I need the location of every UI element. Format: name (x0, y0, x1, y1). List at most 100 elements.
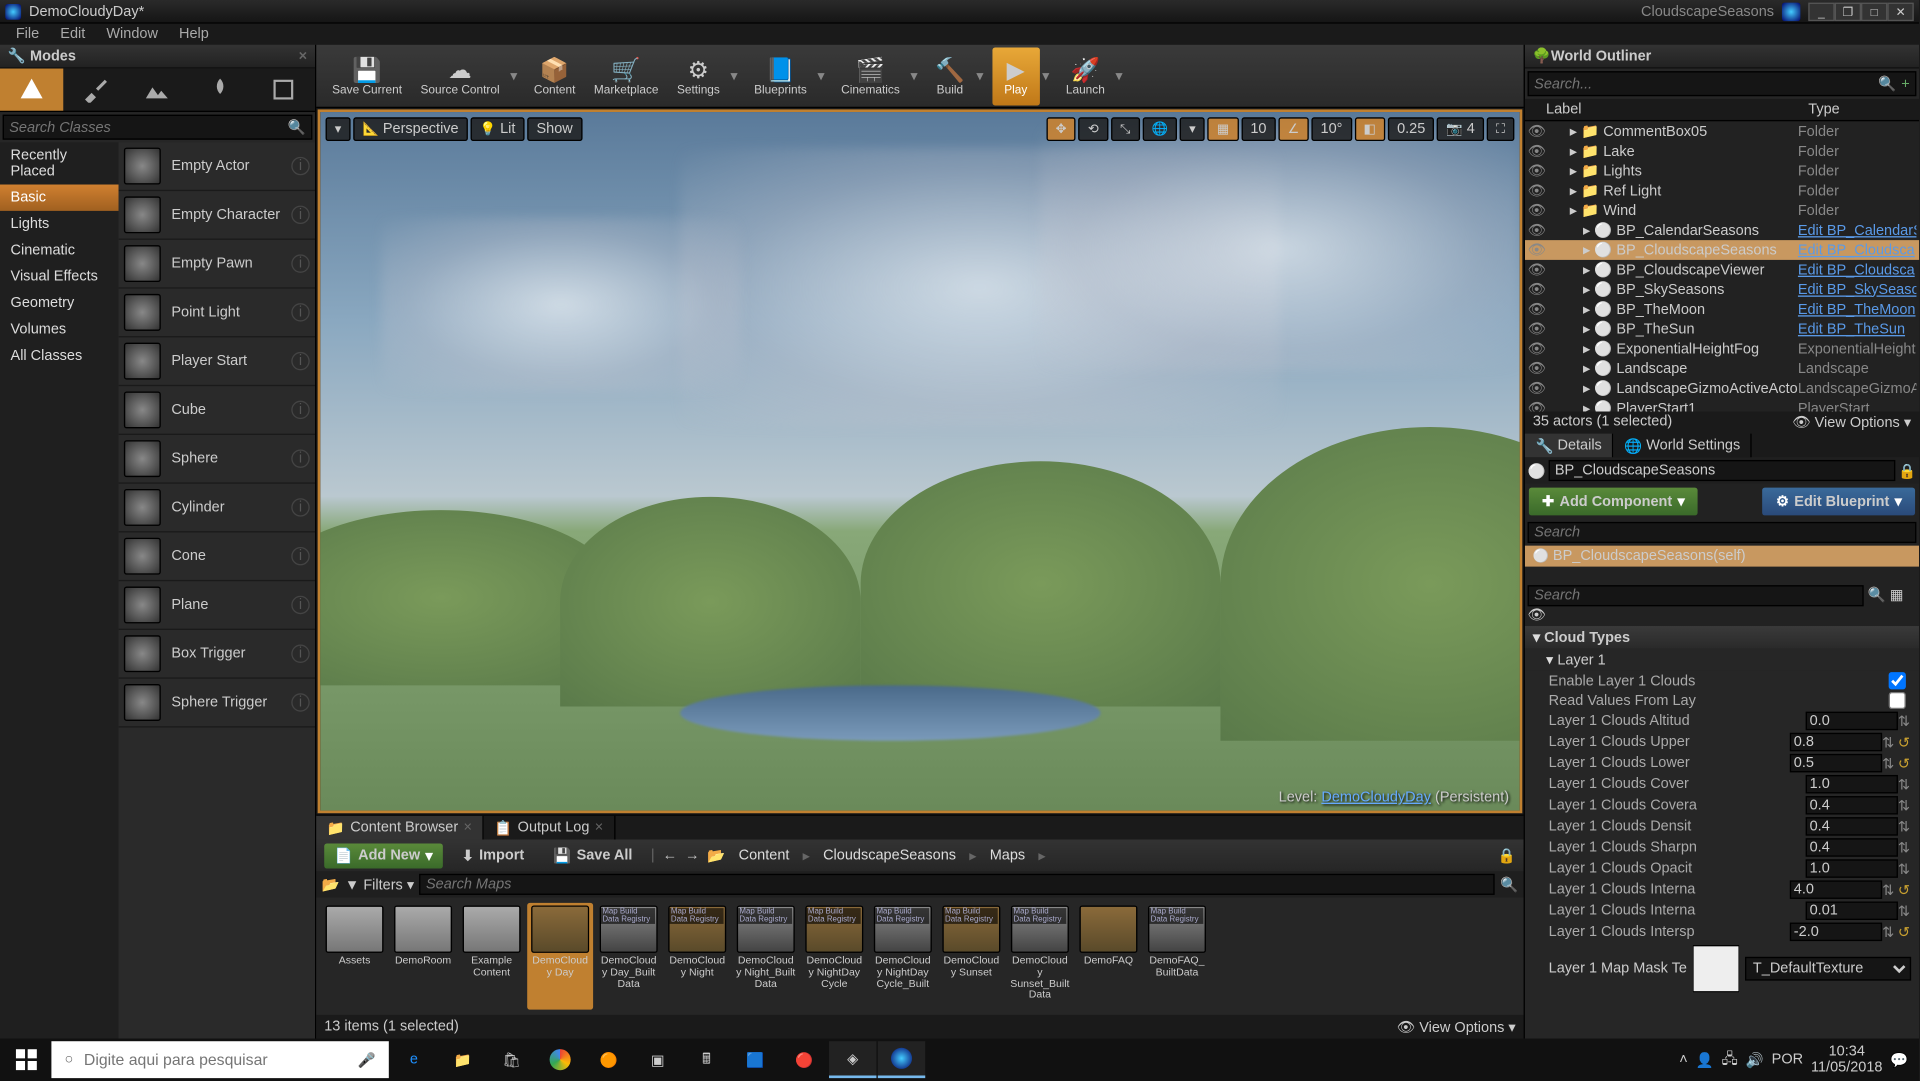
toolbar-source[interactable]: ☁Source Control (413, 47, 508, 105)
property-search-input[interactable] (1528, 585, 1864, 606)
outliner-row[interactable]: 👁▸ ⚪ PlayerStart1PlayerStart (1525, 398, 1919, 411)
edit-blueprint-button[interactable]: ⚙ Edit Blueprint ▾ (1763, 488, 1915, 516)
outliner-row[interactable]: 👁▸ ⚪ ExponentialHeightFogExponentialHeig… (1525, 339, 1919, 359)
task-app[interactable]: 🟠 (585, 1041, 632, 1078)
taskbar-search-input[interactable] (84, 1050, 347, 1068)
close-button[interactable]: ✕ (1887, 2, 1913, 20)
property-input[interactable] (1806, 838, 1898, 856)
reset-icon[interactable]: ↺ (1898, 923, 1911, 940)
spinner-icon[interactable]: ⇅ (1898, 902, 1911, 919)
info-icon[interactable]: i (291, 206, 309, 224)
edit-blueprint-link[interactable]: Edit BP_CalendarS (1798, 222, 1917, 238)
visibility-icon[interactable]: 👁 (1528, 281, 1544, 298)
reset-icon[interactable]: ↺ (1898, 881, 1911, 898)
chevron-down-icon[interactable]: ▾ (910, 67, 923, 84)
asset-item[interactable]: Map Build Data RegistryDemoCloudy NightD… (801, 903, 867, 1010)
asset-item[interactable]: Map Build Data RegistryDemoFAQ_BuiltData (1144, 903, 1210, 1010)
property-input[interactable] (1806, 859, 1898, 877)
toolbar-cinematics[interactable]: 🎬Cinematics (833, 47, 907, 105)
asset-item[interactable]: DemoRoom (390, 903, 456, 1010)
visibility-icon[interactable]: 👁 (1528, 241, 1544, 258)
actor-item[interactable]: Empty Pawni (119, 240, 315, 289)
category-item[interactable]: Geometry (0, 290, 119, 316)
actor-item[interactable]: Empty Characteri (119, 191, 315, 240)
task-calc[interactable]: 🖩 (683, 1041, 730, 1078)
close-icon[interactable]: × (463, 820, 471, 836)
toolbar-blueprints[interactable]: 📘Blueprints (746, 47, 815, 105)
chevron-down-icon[interactable]: ▾ (817, 67, 830, 84)
add-new-button[interactable]: 📄 Add New ▾ (324, 843, 443, 868)
outliner-row[interactable]: 👁▸ ⚪ BP_TheMoonEdit BP_TheMoon (1525, 299, 1919, 319)
chevron-down-icon[interactable]: ▾ (976, 67, 989, 84)
outliner-row[interactable]: 👁▸ ⚪ BP_CalendarSeasonsEdit BP_CalendarS (1525, 220, 1919, 240)
spinner-icon[interactable]: ⇅ (1882, 755, 1895, 772)
toolbar-launch[interactable]: 🚀Launch (1058, 47, 1113, 105)
category-item[interactable]: Recently Placed (0, 142, 119, 184)
property-input[interactable] (1806, 902, 1898, 920)
task-edge[interactable]: e (390, 1041, 437, 1078)
task-epic[interactable]: ◈ (829, 1041, 876, 1078)
angle-snap[interactable]: ∠ (1278, 117, 1308, 141)
tray-people-icon[interactable]: 👤 (1696, 1051, 1714, 1068)
viewport-lit[interactable]: 💡 Lit (470, 117, 524, 141)
breadcrumb[interactable]: Maps (984, 847, 1030, 863)
task-app3[interactable]: 🔴 (780, 1041, 827, 1078)
outliner-row[interactable]: 👁▸ 📁 WindFolder (1525, 200, 1919, 220)
add-component-button[interactable]: ✚ Add Component ▾ (1529, 488, 1698, 516)
outliner-row[interactable]: 👁▸ 📁 LightsFolder (1525, 161, 1919, 181)
history-back[interactable]: ← (663, 847, 677, 863)
angle-snap-value[interactable]: 10° (1311, 117, 1351, 141)
mode-paint[interactable] (63, 69, 126, 111)
info-icon[interactable]: i (291, 693, 309, 711)
spinner-icon[interactable]: ⇅ (1882, 733, 1895, 750)
toolbar-market[interactable]: 🛒Marketplace (586, 47, 666, 105)
menu-edit[interactable]: Edit (50, 26, 96, 42)
info-icon[interactable]: i (291, 157, 309, 175)
actor-item[interactable]: Conei (119, 532, 315, 581)
asset-item[interactable]: Map Build Data RegistryDemoCloudy Day_Bu… (596, 903, 662, 1010)
tab-output-log[interactable]: 📋 Output Log × (484, 816, 615, 840)
task-app2[interactable]: 🟦 (731, 1041, 778, 1078)
outliner-search-input[interactable] (1534, 76, 1878, 92)
visibility-icon[interactable]: 👁 (1528, 320, 1544, 337)
history-fwd[interactable]: → (685, 847, 699, 863)
tray-chevron-icon[interactable]: ˄ (1679, 1052, 1687, 1068)
filters-button[interactable]: ▼ Filters ▾ (345, 876, 414, 893)
outliner-search[interactable]: 🔍 + (1528, 71, 1917, 96)
actor-item[interactable]: Empty Actori (119, 142, 315, 191)
outliner-row[interactable]: 👁▸ ⚪ BP_CloudscapeViewerEdit BP_Cloudsca (1525, 260, 1919, 280)
outliner-row[interactable]: 👁▸ ⚪ BP_CloudscapeSeasonsEdit BP_Cloudsc… (1525, 240, 1919, 260)
outliner-row[interactable]: 👁▸ 📁 CommentBox05Folder (1525, 121, 1919, 141)
visibility-icon[interactable]: 👁 (1528, 202, 1544, 219)
actor-item[interactable]: Planei (119, 581, 315, 630)
edit-blueprint-link[interactable]: Edit BP_TheSun (1798, 321, 1905, 337)
asset-item[interactable]: Map Build Data RegistryDemoCloudy Night_… (733, 903, 799, 1010)
asset-item[interactable]: DemoFAQ (1075, 903, 1141, 1010)
property-input[interactable] (1806, 775, 1898, 793)
restore-button[interactable]: ❐ (1835, 2, 1861, 20)
visibility-icon[interactable]: 👁 (1528, 399, 1544, 411)
viewport[interactable]: ▾ 📐 Perspective 💡 Lit Show ✥ ⟲ ⤡ 🌐 ▾ ▦ 1… (318, 109, 1523, 813)
category-item[interactable]: All Classes (0, 343, 119, 369)
transform-scale[interactable]: ⤡ (1111, 117, 1140, 141)
asset-item[interactable]: Example Content (459, 903, 525, 1010)
info-icon[interactable]: i (291, 303, 309, 321)
visibility-icon[interactable]: 👁 (1528, 380, 1544, 397)
import-button[interactable]: ⬇ Import (451, 843, 535, 868)
save-all-button[interactable]: 💾 Save All (543, 843, 643, 868)
breadcrumb[interactable]: CloudscapeSeasons (818, 847, 962, 863)
scale-snap[interactable]: ◧ (1354, 117, 1385, 141)
info-icon[interactable]: i (291, 547, 309, 565)
actor-item[interactable]: Cylinderi (119, 484, 315, 533)
component-root[interactable]: ⚪ BP_CloudscapeSeasons(self) (1525, 546, 1919, 567)
taskbar-search[interactable]: ○ 🎤 (51, 1041, 388, 1078)
outliner-list[interactable]: 👁▸ 📁 CommentBox05Folder👁▸ 📁 LakeFolder👁▸… (1525, 121, 1919, 411)
asset-item[interactable]: Map Build Data RegistryDemoCloudy Night (664, 903, 730, 1010)
task-terminal[interactable]: ▣ (634, 1041, 681, 1078)
transform-translate[interactable]: ✥ (1046, 117, 1076, 141)
mode-geometry[interactable] (252, 69, 315, 111)
info-icon[interactable]: i (291, 401, 309, 419)
spinner-icon[interactable]: ⇅ (1898, 860, 1911, 877)
asset-item[interactable]: Map Build Data RegistryDemoCloudy Sunset (938, 903, 1004, 1010)
surface-snap[interactable]: ▾ (1180, 117, 1205, 141)
